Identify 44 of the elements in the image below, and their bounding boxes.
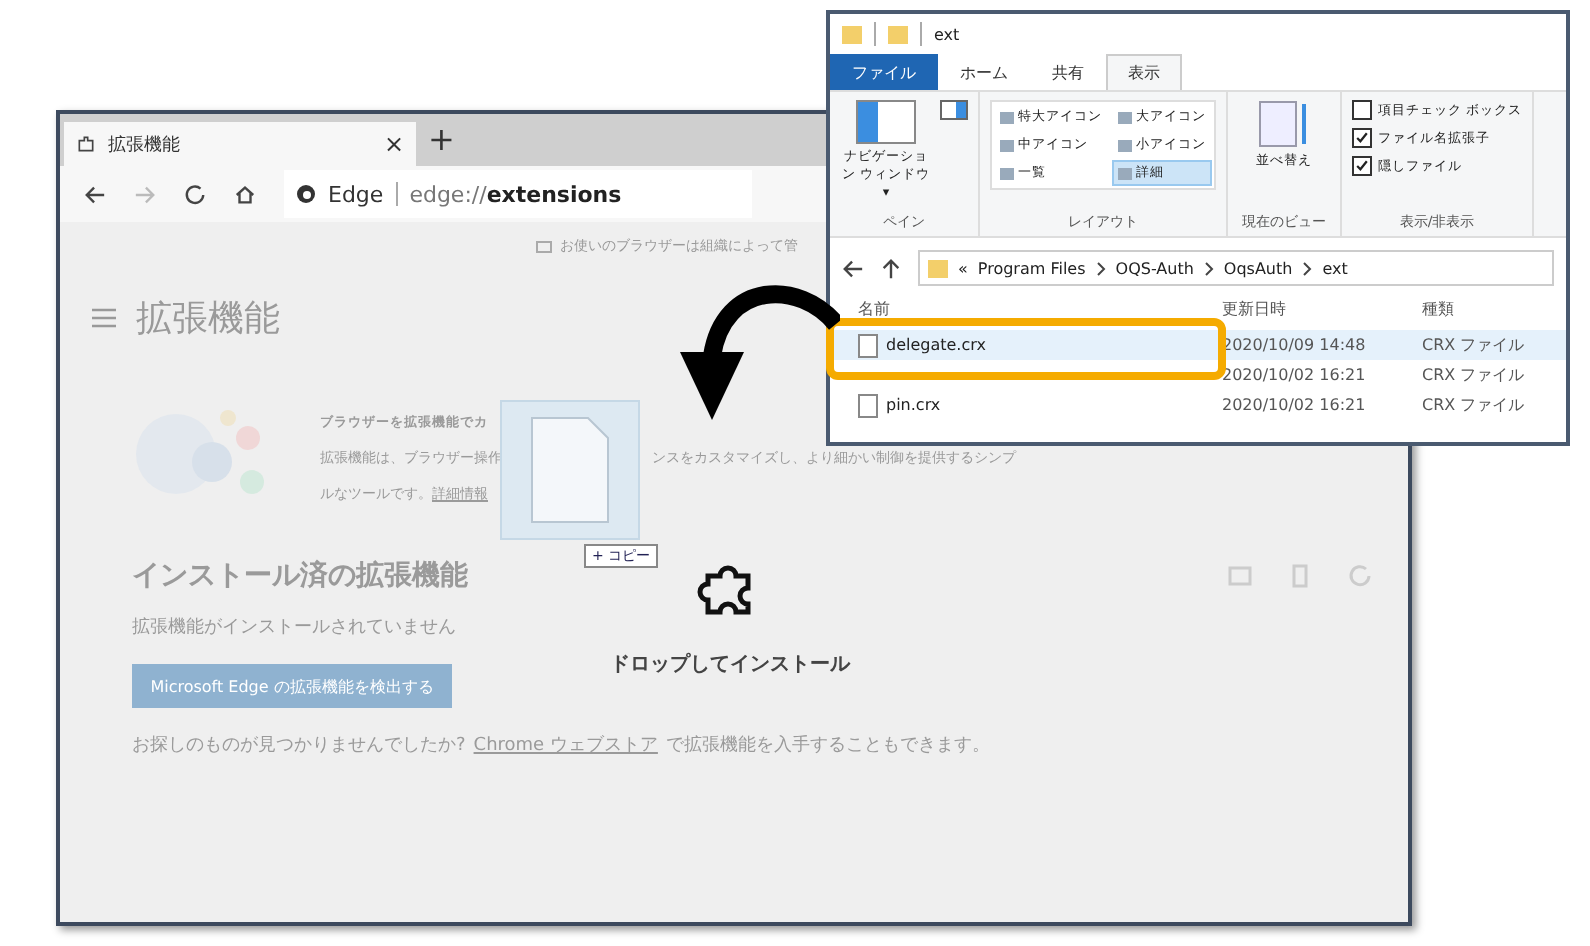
checkbox[interactable] — [1352, 100, 1372, 120]
type-cell-text: CRX ファイル — [1422, 394, 1527, 416]
file-name[interactable]: pin.crx — [886, 396, 941, 414]
footer-text: で拡張機能を入手することもできます。 — [665, 733, 990, 758]
ribbon-tab[interactable]: ホーム — [938, 54, 1030, 90]
page-title: 拡張機能 — [136, 296, 280, 342]
file-name[interactable]: delegate.crx — [886, 336, 986, 354]
chevron-icon — [1095, 261, 1106, 275]
empty-message: 拡張機能がインストールされていません — [132, 618, 456, 638]
type-cell-text: CRX ファイル — [1422, 334, 1527, 356]
home-icon[interactable] — [234, 183, 256, 205]
address-bar[interactable]: Edge edge://extensions — [284, 170, 752, 218]
column-header[interactable]: 種類 — [1422, 300, 1454, 318]
ribbon-tab[interactable]: ファイル — [830, 54, 938, 90]
section-heading: インストール済の拡張機能 — [132, 558, 468, 594]
footer-text: お探しのものが見つかりませんでしたか? — [132, 733, 466, 758]
window-title: ext — [934, 25, 960, 43]
browser-tab[interactable]: 拡張機能 × — [64, 122, 416, 166]
address-bar[interactable]: « Program Files OQS-Auth OqsAuth ext — [918, 250, 1554, 286]
date-cell-text: 2020/10/09 14:48 — [1222, 336, 1368, 354]
back-icon[interactable] — [84, 183, 106, 205]
date-cell-text: 2020/10/02 16:21 — [1222, 396, 1368, 414]
dragged-file-preview — [500, 400, 640, 540]
column-header[interactable]: 名前 — [858, 300, 890, 318]
ribbon-tab[interactable]: 表示 — [1106, 54, 1182, 90]
sort-icon — [1258, 100, 1310, 148]
date-cell-text: 2020/10/02 16:21 — [1222, 366, 1368, 384]
folder-icon — [928, 259, 948, 277]
pane-layout-icon — [856, 100, 916, 144]
ribbon-tab[interactable]: 共有 — [1030, 54, 1106, 90]
column-header[interactable]: 更新日時 — [1222, 300, 1286, 318]
file-icon — [858, 393, 878, 417]
refresh-icon[interactable] — [184, 183, 206, 205]
checkbox[interactable] — [1352, 128, 1372, 148]
file-icon — [858, 333, 878, 357]
pane-icon[interactable] — [940, 100, 968, 120]
back-icon[interactable] — [842, 257, 864, 279]
new-tab-button[interactable]: + — [428, 118, 455, 166]
chevron-icon — [1302, 261, 1313, 275]
type-cell-text: CRX ファイル — [1422, 364, 1527, 386]
drop-label: ドロップしてインストール — [610, 650, 850, 678]
checkbox[interactable] — [1352, 156, 1372, 176]
up-icon[interactable] — [880, 257, 902, 279]
chevron-icon — [1203, 261, 1214, 275]
